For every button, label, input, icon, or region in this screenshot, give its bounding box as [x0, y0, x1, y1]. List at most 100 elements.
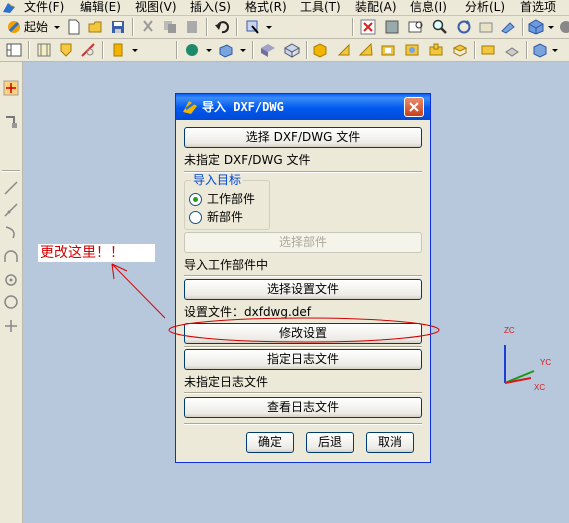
shaded-icon[interactable] [260, 42, 276, 58]
start-icon[interactable] [6, 19, 22, 35]
modify-settings-button[interactable]: 修改设置 [184, 323, 422, 344]
arc-icon[interactable] [3, 224, 19, 240]
chevron-down-icon[interactable] [548, 26, 554, 29]
back-button[interactable]: 后退 [306, 432, 354, 453]
menu-info[interactable]: 信息(I) [410, 0, 447, 14]
toolbar-separator [236, 18, 238, 36]
fillet-icon[interactable] [3, 248, 19, 264]
paste-icon[interactable] [184, 19, 200, 35]
new-file-icon[interactable] [66, 19, 82, 35]
shell-icon[interactable] [380, 42, 396, 58]
toolbar-separator [176, 41, 178, 59]
divider [184, 275, 422, 277]
menu-view[interactable]: 视图(V) [135, 0, 177, 14]
selection-icon[interactable] [3, 80, 19, 96]
radio-work-part[interactable] [189, 193, 202, 206]
orient-view-icon[interactable] [500, 19, 516, 35]
toolbar-separator [28, 41, 30, 59]
toolbar-separator [102, 41, 104, 59]
menu-bar: 文件(F) 编辑(E) 视图(V) 插入(S) 格式(R) 工具(T) 装配(A… [0, 0, 569, 16]
rotate-icon[interactable] [456, 19, 472, 35]
toolbar-separator [2, 170, 20, 172]
pad-icon[interactable] [480, 42, 496, 58]
edge-blend-icon[interactable] [336, 42, 352, 58]
solid-icon[interactable] [312, 42, 328, 58]
copy-icon[interactable] [162, 19, 178, 35]
line-icon[interactable] [3, 180, 19, 196]
menu-file[interactable]: 文件(F) [24, 0, 64, 14]
display-options-icon[interactable] [558, 19, 569, 35]
left-toolbar [0, 62, 23, 523]
spline-icon[interactable] [3, 202, 19, 218]
cancel-button[interactable]: 取消 [366, 432, 414, 453]
toolbar-separator [132, 18, 134, 36]
ok-button[interactable]: 确定 [246, 432, 294, 453]
chevron-down-icon[interactable] [132, 49, 138, 52]
zoom-window-icon[interactable] [384, 19, 400, 35]
undo-icon[interactable] [214, 19, 230, 35]
select-file-button[interactable]: 选择 DXF/DWG 文件 [184, 127, 422, 148]
menu-analysis[interactable]: 分析(L) [465, 0, 505, 14]
start-menu-button[interactable]: 起始 [24, 19, 48, 35]
chevron-down-icon[interactable] [54, 26, 60, 29]
save-icon[interactable] [110, 19, 126, 35]
circle-icon[interactable] [3, 294, 19, 310]
layout-icon[interactable] [6, 42, 22, 58]
dialog-title-bar[interactable]: 导入 DXF/DWG [176, 94, 430, 120]
radio-work-part-label[interactable]: 工作部件 [207, 192, 255, 206]
close-button[interactable] [404, 97, 424, 117]
chevron-down-icon[interactable] [206, 49, 212, 52]
divider [184, 346, 422, 348]
menu-tools[interactable]: 工具(T) [300, 0, 341, 14]
no-file-text: 未指定 DXF/DWG 文件 [184, 153, 311, 167]
menu-format[interactable]: 格式(R) [245, 0, 287, 14]
dialog-app-icon [182, 99, 198, 115]
select-part-button[interactable]: 选择部件 [184, 232, 422, 253]
menu-assembly[interactable]: 装配(A) [355, 0, 397, 14]
dialog-title: 导入 DXF/DWG [202, 100, 284, 114]
pattern-icon[interactable] [532, 42, 548, 58]
menu-insert[interactable]: 插入(S) [190, 0, 231, 14]
feature-toolbar [0, 39, 569, 62]
toolbar-separator [474, 41, 476, 59]
extrude-icon[interactable] [110, 42, 126, 58]
specify-log-button[interactable]: 指定日志文件 [184, 349, 422, 370]
boss-icon[interactable] [428, 42, 444, 58]
menu-preferences[interactable]: 首选项 [520, 0, 556, 14]
chamfer-icon[interactable] [358, 42, 374, 58]
pan-icon[interactable] [478, 19, 494, 35]
chevron-down-icon[interactable] [552, 49, 558, 52]
toolbar-separator [306, 41, 308, 59]
block-icon[interactable] [218, 42, 234, 58]
radio-new-part-label[interactable]: 新部件 [207, 210, 243, 224]
chevron-down-icon[interactable] [266, 26, 272, 29]
radio-selected-dot [193, 197, 198, 202]
select-settings-button[interactable]: 选择设置文件 [184, 279, 422, 300]
snap-point-icon[interactable] [3, 114, 19, 130]
trim-body-icon[interactable] [504, 42, 520, 58]
shield-icon[interactable] [58, 42, 74, 58]
chevron-down-icon[interactable] [240, 49, 246, 52]
view-log-button[interactable]: 查看日志文件 [184, 397, 422, 418]
toolbar-separator [526, 41, 528, 59]
cut-icon[interactable] [140, 19, 156, 35]
render-style-icon[interactable] [528, 19, 544, 35]
standard-toolbar: 起始 [0, 16, 569, 39]
divider [184, 423, 422, 425]
menu-edit[interactable]: 编辑(E) [80, 0, 121, 14]
point-icon[interactable] [3, 272, 19, 288]
zoom-icon[interactable] [432, 19, 448, 35]
select-filter-icon[interactable] [244, 19, 260, 35]
settings-file-text: 设置文件：dxfdwg.def [184, 305, 312, 319]
pocket-icon[interactable] [452, 42, 468, 58]
zoom-region-icon[interactable] [408, 19, 424, 35]
feature-icon[interactable] [184, 42, 200, 58]
sheet-icon[interactable] [36, 42, 52, 58]
open-folder-icon[interactable] [88, 19, 104, 35]
radio-new-part[interactable] [189, 211, 202, 224]
sketch-icon[interactable] [80, 42, 96, 58]
cross-point-icon[interactable] [3, 318, 19, 334]
hole-icon[interactable] [404, 42, 420, 58]
wireframe-icon[interactable] [284, 42, 300, 58]
fit-view-icon[interactable] [360, 19, 376, 35]
